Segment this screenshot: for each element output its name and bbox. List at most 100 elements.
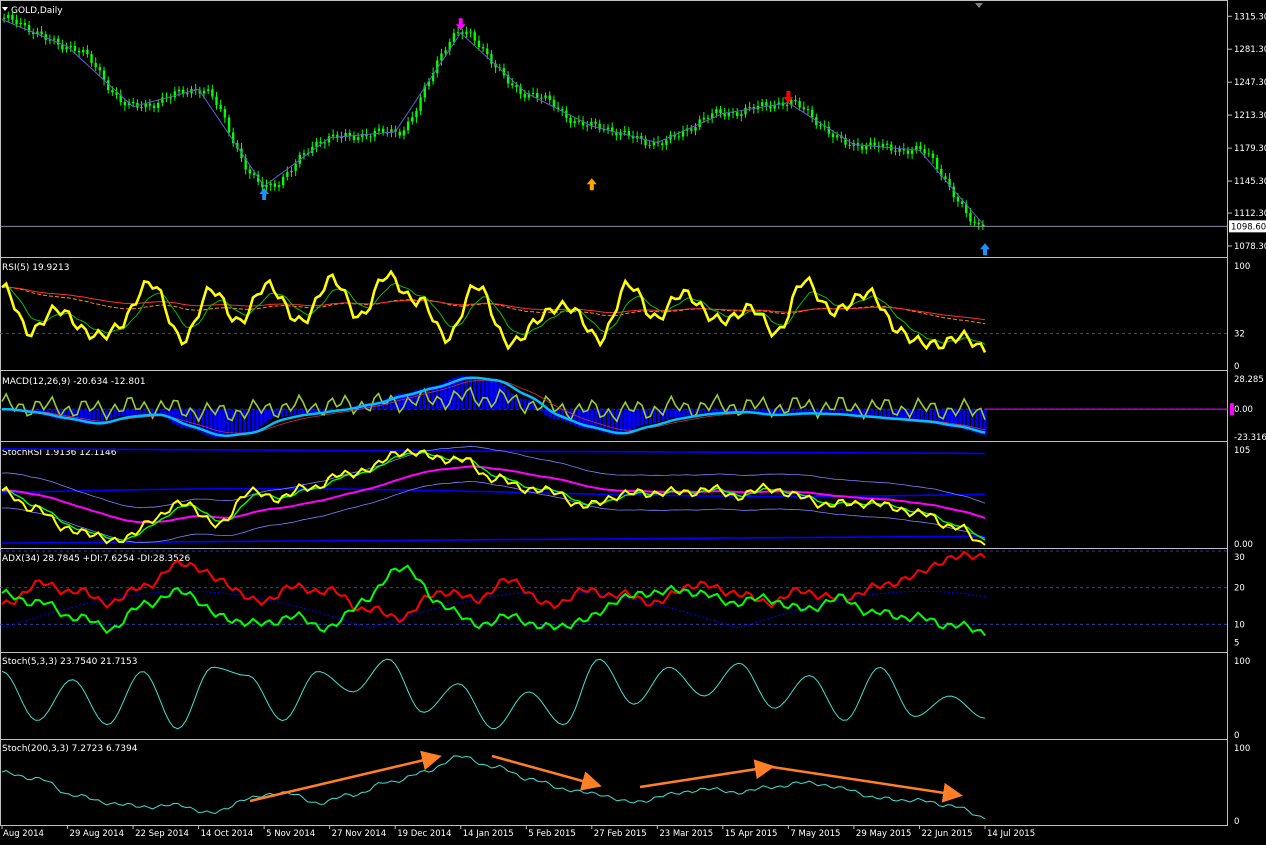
buy-arrow-icon — [259, 187, 270, 200]
price-candle — [169, 97, 172, 99]
time-tick-label: 19 Dec 2014 — [397, 829, 451, 839]
time-tick-label: Aug 2014 — [3, 829, 44, 839]
price-candle — [86, 50, 89, 55]
price-candle — [223, 109, 227, 118]
stoch-fast-line — [1, 658, 986, 730]
price-candle — [523, 94, 526, 98]
time-tick-label: 29 Aug 2014 — [70, 829, 124, 839]
price-candle — [132, 102, 135, 104]
indicator-tick-label: 30 — [1234, 553, 1245, 563]
price-candle — [152, 105, 156, 108]
price-candle — [960, 201, 964, 204]
price-candle — [760, 102, 764, 106]
price-candle — [569, 117, 572, 124]
price-candle — [794, 99, 797, 101]
time-tick-label: 27 Feb 2015 — [594, 829, 647, 839]
price-candle — [694, 127, 697, 131]
scroll-marker-icon[interactable] — [975, 3, 983, 8]
time-tick-label: 22 Jun 2015 — [921, 829, 972, 839]
price-tick-label: 1213.30 — [1234, 111, 1266, 121]
price-candle — [90, 54, 93, 63]
dropdown-triangle-icon[interactable] — [2, 7, 8, 11]
macd-signal-thin — [2, 379, 986, 434]
symbol-title-text: GOLD,Daily — [11, 6, 63, 16]
rsi-title: RSI(5) 19.9213 — [2, 263, 69, 273]
indicator-tick-label: 0 — [1234, 817, 1239, 827]
price-candle — [727, 113, 731, 117]
price-candle — [648, 145, 651, 147]
price-candle — [594, 121, 597, 124]
price-tick-label: 1315.30 — [1234, 12, 1266, 22]
price-candle — [806, 109, 810, 111]
price-tick-label: 1112.30 — [1234, 209, 1266, 219]
price-candle — [973, 221, 976, 223]
price-candle — [123, 101, 127, 106]
price-candle — [677, 136, 681, 138]
price-candle — [540, 97, 543, 99]
price-candle — [444, 50, 447, 54]
indicator-panes — [1, 269, 1234, 820]
stochrsi-ma-line — [1, 465, 986, 524]
price-tick-label: 1247.30 — [1234, 78, 1266, 88]
price-candle — [206, 89, 210, 91]
indicator-tick-label: -23.316 — [1234, 433, 1266, 443]
price-candle — [381, 128, 385, 133]
indicator-tick-label: 0 — [1234, 731, 1239, 741]
price-candle — [277, 185, 281, 187]
price-candle — [419, 97, 422, 111]
indicator-tick-label: 0.00 — [1234, 405, 1253, 415]
price-candle — [660, 143, 664, 145]
price-candle — [910, 150, 914, 154]
price-candle — [440, 53, 443, 61]
indicator-tick-label: 0.00 — [1234, 540, 1253, 550]
buy-arrow-icon — [586, 178, 597, 191]
price-candle — [273, 183, 277, 187]
indicator-tick-label: 105 — [1234, 446, 1250, 456]
price-candle — [94, 62, 97, 68]
macd-signal-line — [2, 376, 986, 437]
macd-title: MACD(12,26,9) -20.634 -12.801 — [2, 377, 146, 387]
price-candle — [810, 109, 814, 118]
price-candle — [98, 67, 102, 71]
price-candle — [831, 133, 835, 138]
price-candle — [319, 141, 322, 144]
price-candle — [7, 14, 10, 18]
price-candle — [481, 47, 485, 49]
price-candle — [623, 130, 626, 133]
price-candle — [802, 107, 806, 110]
price-candle — [586, 125, 589, 127]
price-candle — [748, 106, 751, 108]
price-candle — [219, 104, 222, 110]
price-candle — [511, 83, 514, 86]
trend-annotations — [249, 750, 963, 803]
price-candle — [2, 17, 6, 19]
price-candle — [469, 31, 472, 33]
price-candle — [290, 170, 293, 173]
price-axis: 1315.30 1281.30 1247.30 1213.30 1179.30 1145.… — [1228, 12, 1266, 827]
price-candle — [819, 124, 822, 126]
price-candle — [286, 172, 289, 177]
price-candle — [865, 146, 868, 150]
symbol-title[interactable]: GOLD,Daily — [2, 6, 63, 16]
price-candle — [923, 149, 926, 154]
zigzag-line — [1, 19, 986, 227]
price-candle — [952, 186, 955, 198]
trading-chart: GOLD,Daily RSI(5) 19.9213 MACD(12,26,9) … — [0, 0, 1266, 839]
price-candle — [515, 85, 518, 87]
price-tick-label: 1179.30 — [1234, 144, 1266, 154]
price-candle — [156, 102, 160, 108]
time-tick-label: 14 Jul 2015 — [987, 829, 1035, 839]
current-price-label: 1098.60 — [1229, 220, 1266, 233]
price-candle — [202, 90, 206, 94]
price-candle — [706, 117, 710, 119]
price-candle — [969, 213, 972, 222]
price-candle — [735, 112, 739, 116]
price-candle — [702, 117, 706, 120]
indicator-tick-label: 100 — [1234, 744, 1250, 754]
price-tick-label: 1281.30 — [1234, 45, 1266, 55]
price-candle — [402, 130, 406, 136]
price-candle — [252, 173, 256, 175]
price-candle — [740, 114, 743, 116]
price-candle — [573, 121, 576, 124]
stochrsi-envelope-up — [1, 445, 986, 509]
